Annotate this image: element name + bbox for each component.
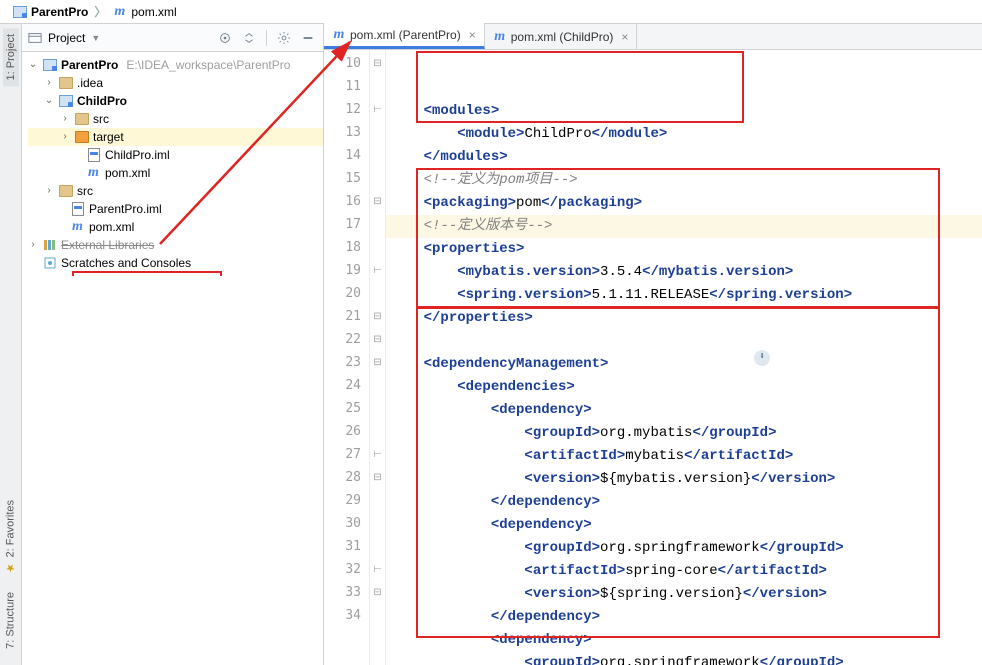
project-view-icon [28,31,42,45]
editor-pane: pom.xml (ParentPro) × pom.xml (ChildPro)… [324,24,982,665]
tree-child-src-label: src [93,110,109,128]
tree-scratches-label: Scratches and Consoles [61,254,191,272]
expand-icon[interactable]: › [60,110,70,128]
project-pane: Project ▼ ⌄ ParentPro E:\IDEA_workspace\… [22,24,324,665]
tab-pom-parent-label: pom.xml (ParentPro) [350,28,461,42]
tree-childpro-label: ChildPro [77,92,127,110]
target-folder-icon [74,131,89,143]
collapse-icon[interactable]: ⌄ [44,92,54,110]
breadcrumb: ParentPro 〉 pom.xml [0,0,982,24]
tab-pom-child[interactable]: pom.xml (ChildPro) × [485,24,638,49]
folder-icon [58,185,73,197]
tree-parent-pom-label: pom.xml [89,218,134,236]
tree-extlib-label: External Libraries [61,236,154,254]
iml-file-icon [86,148,101,162]
expand-icon[interactable]: › [60,128,70,146]
hide-icon[interactable] [299,29,317,47]
folder-icon [58,77,73,89]
tree-parent-iml[interactable]: ParentPro.iml [28,200,323,218]
tab-pom-child-label: pom.xml (ChildPro) [511,30,614,44]
expand-icon[interactable]: › [44,74,54,92]
fold-gutter[interactable]: ⊟⊢⊟⊢⊟⊟⊟⊢⊟⊢⊟ [370,50,386,665]
editor-body[interactable]: 1011121314151617181920212223242526272829… [324,50,982,665]
tree-parent-iml-label: ParentPro.iml [89,200,162,218]
maven-icon [70,220,85,234]
expand-icon[interactable]: › [28,236,38,254]
breadcrumb-file[interactable]: pom.xml [108,5,180,19]
expand-icon[interactable]: › [44,182,54,200]
expand-all-icon[interactable] [240,29,258,47]
chevron-right-icon: 〉 [92,3,108,20]
tree-parent-pom[interactable]: pom.xml [28,218,323,236]
tree-childpro[interactable]: ⌄ ChildPro [28,92,323,110]
chevron-down-icon: ▼ [91,33,100,43]
tree-root-path: E:\IDEA_workspace\ParentPro [126,56,290,74]
tree-root[interactable]: ⌄ ParentPro E:\IDEA_workspace\ParentPro [28,56,323,74]
tool-tab-favorites[interactable]: ★2: Favorites [2,494,19,580]
tree-external-libs[interactable]: › External Libraries [28,236,323,254]
collapse-icon[interactable]: ⌄ [28,56,38,74]
project-header: Project ▼ [22,24,323,52]
module-folder-icon [42,59,57,71]
tree-src-label: src [77,182,93,200]
module-folder-icon [58,95,73,107]
library-icon [42,238,57,252]
gutter-marker-icon[interactable]: ⬇ [754,350,770,366]
close-icon[interactable]: × [617,30,628,44]
tool-window-bar: 1: Project ★2: Favorites 7: Structure [0,24,22,665]
tree-child-target-label: target [93,128,124,146]
tab-pom-parent[interactable]: pom.xml (ParentPro) × [324,23,485,49]
tree-child-src[interactable]: › src [28,110,323,128]
tree-child-pom-label: pom.xml [105,164,150,182]
locate-icon[interactable] [216,29,234,47]
tool-tab-structure[interactable]: 7: Structure [2,586,19,655]
tree-idea[interactable]: › .idea [28,74,323,92]
maven-icon [112,5,127,19]
maven-icon [332,28,346,42]
tree-root-label: ParentPro [61,56,118,74]
maven-icon [493,30,507,44]
tree-child-pom[interactable]: pom.xml [28,164,323,182]
folder-icon [12,6,27,18]
breadcrumb-project-label: ParentPro [31,5,88,19]
project-dropdown-label[interactable]: Project [48,31,85,45]
line-number-gutter: 1011121314151617181920212223242526272829… [324,50,370,665]
close-icon[interactable]: × [465,28,476,42]
tree-child-iml[interactable]: ChildPro.iml [28,146,323,164]
tree-idea-label: .idea [77,74,103,92]
editor-tabs: pom.xml (ParentPro) × pom.xml (ChildPro)… [324,24,982,50]
tree-scratches[interactable]: Scratches and Consoles [28,254,323,272]
folder-icon [74,113,89,125]
tool-tab-project[interactable]: 1: Project [3,28,19,86]
maven-icon [86,166,101,180]
breadcrumb-project[interactable]: ParentPro [8,5,92,19]
breadcrumb-file-label: pom.xml [131,5,176,19]
tree-child-target[interactable]: › target [28,128,323,146]
code-area[interactable]: ⬇ <modules> <module>ChildPro</module> </… [386,50,982,665]
iml-file-icon [70,202,85,216]
project-tree[interactable]: ⌄ ParentPro E:\IDEA_workspace\ParentPro … [22,52,323,276]
scratches-icon [42,256,57,270]
tree-child-iml-label: ChildPro.iml [105,146,170,164]
gear-icon[interactable] [275,29,293,47]
tree-src[interactable]: › src [28,182,323,200]
